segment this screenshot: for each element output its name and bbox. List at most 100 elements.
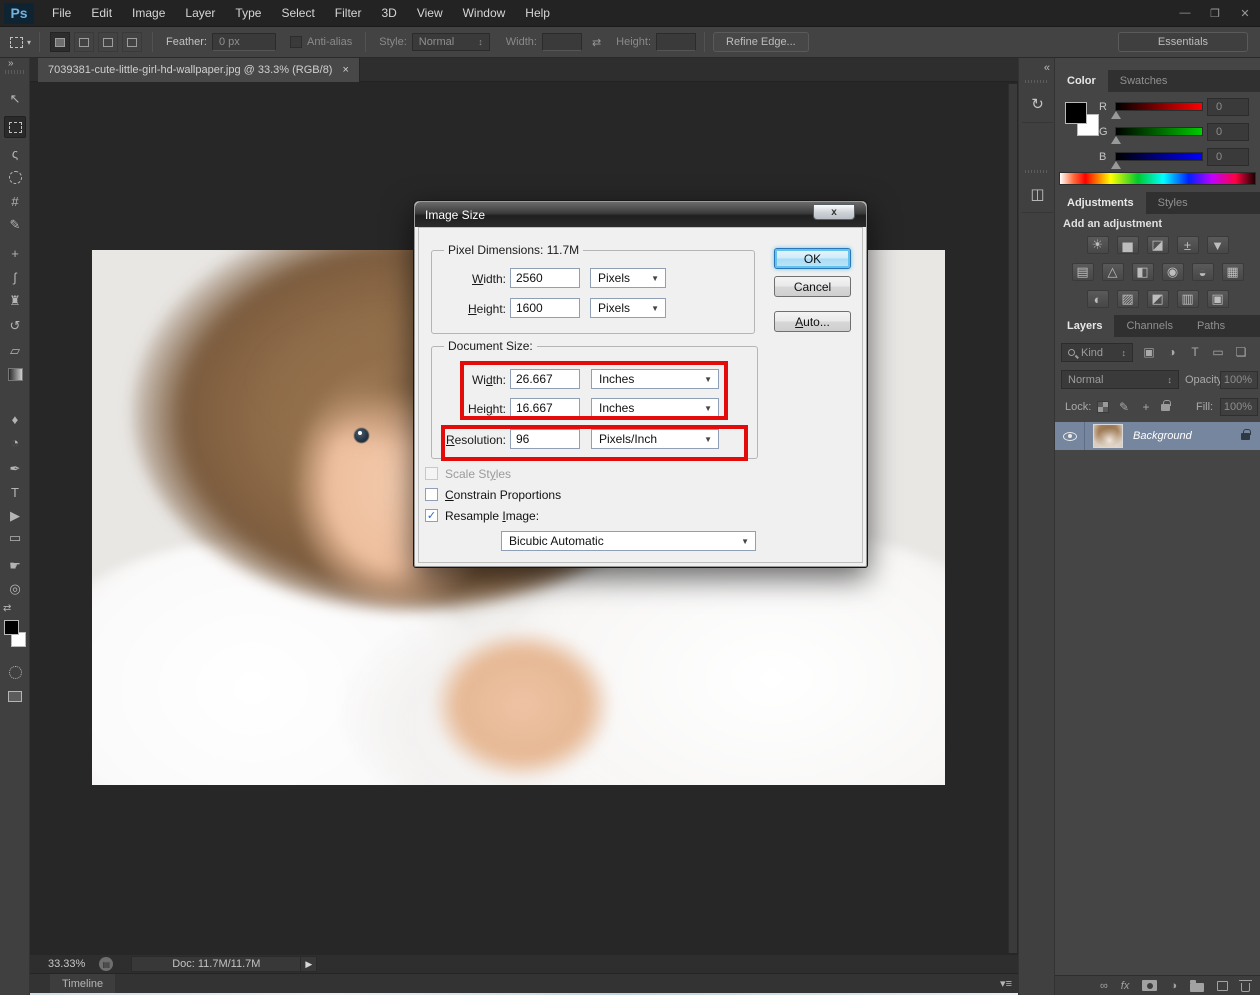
layer-row-background[interactable]: Background — [1055, 422, 1260, 450]
pen-tool[interactable]: ✒ — [4, 458, 26, 480]
toolbar-collapse-icon[interactable]: » — [8, 58, 14, 69]
green-slider-thumb[interactable] — [1111, 136, 1121, 144]
swap-colors-icon[interactable]: ⇄ — [3, 603, 11, 614]
menu-image[interactable]: Image — [122, 0, 175, 27]
blur-tool[interactable]: ♦ — [4, 408, 26, 430]
tab-layers[interactable]: Layers — [1055, 315, 1114, 337]
new-selection-button[interactable] — [50, 32, 70, 52]
screen-mode-button[interactable] — [4, 685, 26, 707]
red-value-input[interactable]: 0 — [1207, 98, 1249, 116]
red-slider-thumb[interactable] — [1111, 111, 1121, 119]
canvas-scrollbar[interactable] — [1008, 84, 1017, 953]
quick-selection-tool[interactable] — [4, 166, 26, 188]
height-input[interactable] — [656, 33, 696, 51]
red-slider[interactable] — [1115, 102, 1203, 111]
blue-slider[interactable] — [1115, 152, 1203, 161]
brightness-contrast-icon[interactable]: ☀ — [1087, 236, 1109, 254]
lasso-tool[interactable]: ς — [4, 142, 26, 164]
menu-layer[interactable]: Layer — [175, 0, 225, 27]
menu-filter[interactable]: Filter — [325, 0, 372, 27]
width-input[interactable] — [542, 33, 582, 51]
foreground-color-swatch[interactable] — [4, 620, 19, 635]
ok-button[interactable]: OK — [774, 248, 851, 269]
tool-preset-picker[interactable]: ▾ — [10, 37, 31, 48]
dialog-title-bar[interactable]: Image Size — [415, 202, 866, 227]
timeline-menu-icon[interactable]: ▾≡ — [1000, 977, 1012, 990]
vibrance-icon[interactable]: ▼ — [1207, 236, 1229, 254]
intersect-selection-button[interactable] — [122, 32, 142, 52]
layer-filter-kind-select[interactable]: Kind ↕ — [1061, 343, 1133, 362]
document-size-readout[interactable]: Doc: 11.7M/11.7M — [131, 956, 301, 972]
blue-slider-thumb[interactable] — [1111, 161, 1121, 169]
swap-dimensions-icon[interactable]: ⇄ — [592, 36, 601, 49]
tab-close-icon[interactable]: × — [342, 64, 348, 76]
color-spectrum-ramp[interactable] — [1059, 172, 1256, 185]
layer-thumbnail[interactable] — [1093, 424, 1123, 448]
new-layer-icon[interactable] — [1217, 981, 1228, 991]
levels-icon[interactable]: ▅ — [1117, 236, 1139, 254]
pixel-height-input[interactable]: 1600 — [510, 298, 580, 318]
type-tool[interactable]: T — [4, 481, 26, 503]
clone-stamp-tool[interactable]: ♜ — [4, 290, 26, 312]
timeline-tab[interactable]: Timeline — [50, 974, 115, 994]
lock-position-icon[interactable]: + — [1139, 398, 1153, 416]
properties-panel-button[interactable]: ◫ — [1022, 175, 1053, 213]
menu-window[interactable]: Window — [453, 0, 516, 27]
selective-color-icon[interactable]: ▣ — [1207, 290, 1229, 308]
tab-paths[interactable]: Paths — [1185, 315, 1237, 337]
background-lock-icon[interactable] — [1241, 433, 1250, 440]
refine-edge-button[interactable]: Refine Edge... — [713, 32, 809, 52]
pixel-width-unit-select[interactable]: Pixels ▼ — [590, 268, 666, 288]
history-panel-button[interactable]: ↻ — [1022, 85, 1053, 123]
dodge-tool[interactable]: ◔ — [4, 431, 26, 453]
cancel-button[interactable]: Cancel — [774, 276, 851, 297]
add-layer-mask-icon[interactable] — [1142, 980, 1157, 991]
brush-tool[interactable]: ʃ — [4, 266, 26, 288]
menu-view[interactable]: View — [407, 0, 453, 27]
green-slider[interactable] — [1115, 127, 1203, 136]
menu-3d[interactable]: 3D — [371, 0, 406, 27]
auto-button[interactable]: Auto... — [774, 311, 851, 332]
menu-help[interactable]: Help — [515, 0, 560, 27]
add-selection-button[interactable] — [74, 32, 94, 52]
tab-swatches[interactable]: Swatches — [1108, 70, 1180, 92]
feather-input[interactable]: 0 px — [212, 33, 276, 51]
gradient-tool[interactable] — [4, 363, 26, 385]
crop-tool[interactable]: # — [4, 190, 26, 212]
threshold-icon[interactable]: ◩ — [1147, 290, 1169, 308]
move-tool[interactable]: ↖ — [4, 88, 26, 110]
constrain-proportions-checkbox[interactable] — [425, 488, 438, 501]
filter-type-icon[interactable]: T — [1185, 343, 1205, 361]
pixel-height-unit-select[interactable]: Pixels ▼ — [590, 298, 666, 318]
menu-edit[interactable]: Edit — [81, 0, 122, 27]
zoom-tool[interactable]: ◎ — [4, 578, 26, 600]
document-tab[interactable]: 7039381-cute-little-girl-hd-wallpaper.jp… — [38, 58, 360, 82]
pixel-width-input[interactable]: 2560 — [510, 268, 580, 288]
tab-styles[interactable]: Styles — [1146, 192, 1200, 214]
delete-layer-icon[interactable] — [1241, 983, 1250, 992]
scale-styles-checkbox[interactable] — [425, 467, 438, 480]
link-layers-icon[interactable]: ∞ — [1100, 980, 1108, 992]
status-menu-arrow-icon[interactable]: ▶ — [301, 956, 317, 972]
minimize-button[interactable]: — — [1170, 5, 1200, 21]
eyedropper-tool[interactable]: ✎ — [4, 214, 26, 236]
blend-mode-select[interactable]: Normal ↕ — [1061, 370, 1179, 389]
subtract-selection-button[interactable] — [98, 32, 118, 52]
curves-icon[interactable]: ◪ — [1147, 236, 1169, 254]
status-doc-icon[interactable]: ▤ — [99, 957, 113, 971]
tab-adjustments[interactable]: Adjustments — [1055, 192, 1146, 214]
lock-all-icon[interactable] — [1161, 404, 1170, 411]
lock-transparent-icon[interactable] — [1097, 401, 1109, 413]
filter-image-icon[interactable]: ▣ — [1139, 343, 1159, 361]
resample-method-select[interactable]: Bicubic Automatic ▼ — [501, 531, 756, 551]
close-button[interactable]: ✕ — [1230, 5, 1260, 22]
black-white-icon[interactable]: ◧ — [1132, 263, 1154, 281]
channel-mixer-icon[interactable]: ◒ — [1192, 263, 1214, 281]
lock-paint-icon[interactable]: ✎ — [1117, 398, 1131, 416]
blue-value-input[interactable]: 0 — [1207, 148, 1249, 166]
new-group-icon[interactable] — [1190, 983, 1204, 992]
panel-foreground-swatch[interactable] — [1065, 102, 1087, 124]
anti-alias-checkbox[interactable] — [290, 36, 302, 48]
gradient-map-icon[interactable]: ▥ — [1177, 290, 1199, 308]
spot-healing-brush-tool[interactable]: + — [4, 242, 26, 264]
